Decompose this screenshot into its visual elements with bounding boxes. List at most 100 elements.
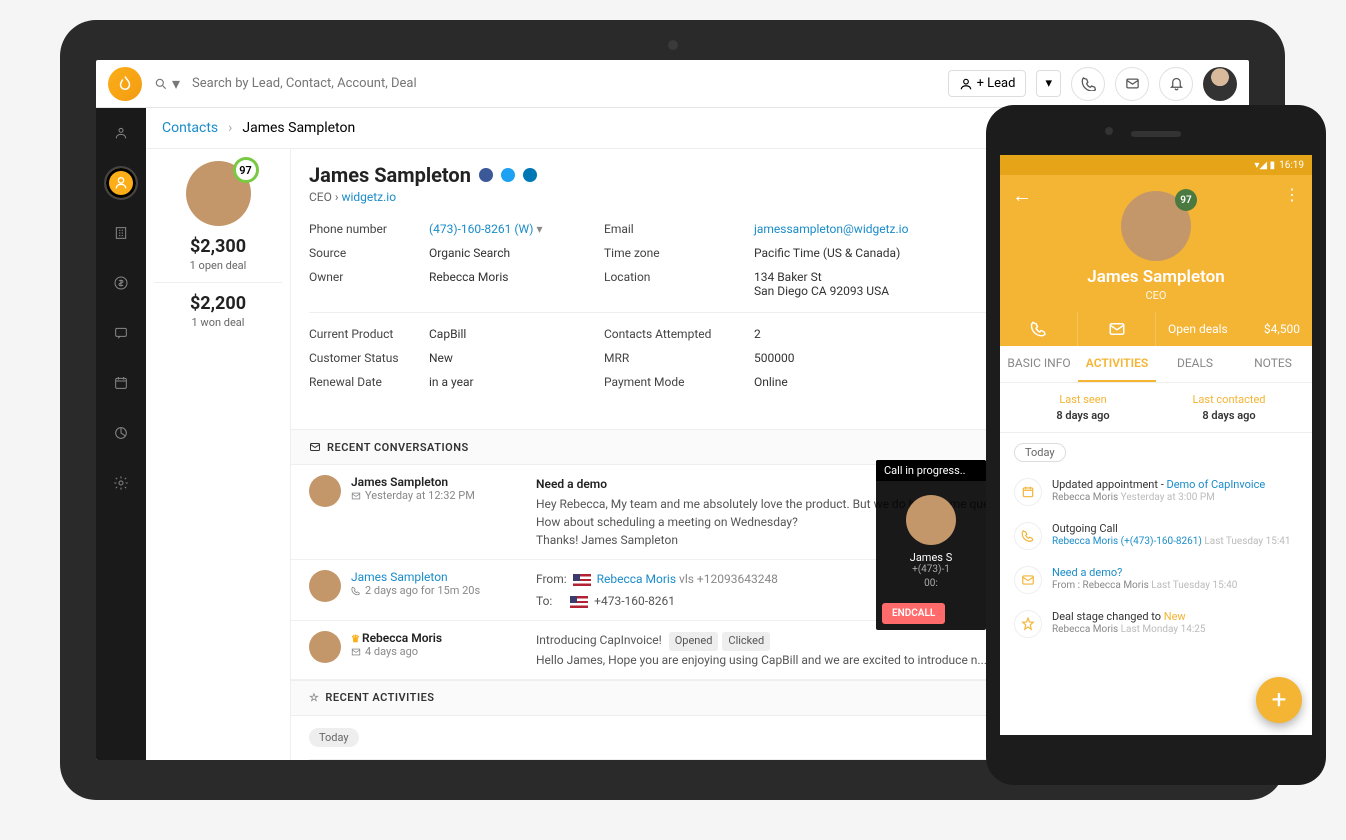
- field-label: Renewal Date: [309, 375, 419, 389]
- mail-icon: [309, 441, 321, 453]
- open-deals-amount: $4,500: [1264, 322, 1300, 336]
- phone-mail-button[interactable]: [1078, 312, 1156, 346]
- feed-item[interactable]: Need a demo?From : Rebecca Moris Last Tu…: [1014, 558, 1298, 602]
- sidenav-item-leads[interactable]: [104, 116, 138, 150]
- open-deals-label: Open deals: [1168, 322, 1228, 336]
- star-icon: [1014, 610, 1042, 638]
- user-avatar[interactable]: [1203, 67, 1237, 101]
- user-icon: [113, 175, 129, 191]
- field-value[interactable]: (473)-160-8261 (W) ▾: [429, 222, 594, 236]
- sidenav-item-deals[interactable]: [104, 266, 138, 300]
- stat: Last contacted8 days ago: [1156, 393, 1302, 422]
- won-deal-label: 1 won deal: [154, 316, 282, 329]
- lead-dropdown[interactable]: ▾: [1036, 70, 1061, 97]
- linkedin-icon[interactable]: [523, 168, 537, 182]
- avatar: [309, 570, 341, 602]
- chat-icon: [113, 325, 129, 341]
- back-button[interactable]: ←: [1012, 183, 1032, 208]
- phone-stats: Last seen8 days agoLast contacted8 days …: [1000, 383, 1312, 433]
- stat: Last seen8 days ago: [1010, 393, 1156, 422]
- mail-icon: [351, 647, 361, 657]
- field-label: Time zone: [604, 246, 744, 260]
- app-logo[interactable]: [108, 67, 142, 101]
- profile-summary: 97 $2,300 1 open deal $2,200 1 won deal: [146, 149, 291, 760]
- phone-call-button[interactable]: [1000, 312, 1078, 346]
- mail-icon: [1108, 320, 1126, 338]
- search-input[interactable]: [192, 76, 452, 91]
- phone-tabs: BASIC INFOACTIVITIESDEALSNOTES: [1000, 346, 1312, 383]
- feed-item[interactable]: Outgoing CallRebecca Moris (+(473)-160-8…: [1014, 514, 1298, 558]
- sidenav-item-reports[interactable]: [104, 416, 138, 450]
- add-lead-button[interactable]: + Lead: [948, 70, 1027, 97]
- flame-icon: [116, 75, 134, 93]
- field-label: Contacts Attempted: [604, 327, 744, 341]
- building-icon: [113, 225, 129, 241]
- call-timer: 00:: [884, 578, 978, 589]
- tab-deals[interactable]: DEALS: [1156, 346, 1234, 382]
- contact-avatar: 97: [186, 161, 251, 226]
- breadcrumb-root[interactable]: Contacts: [162, 120, 218, 136]
- phone-button[interactable]: [1071, 67, 1105, 101]
- phone-icon: [1014, 522, 1042, 550]
- topbar: ▾ + Lead ▾: [96, 60, 1249, 108]
- sidenav-item-contacts[interactable]: [104, 166, 138, 200]
- sidenav-item-chat[interactable]: [104, 316, 138, 350]
- feed-item[interactable]: Updated appointment - Demo of CapInvoice…: [1014, 470, 1298, 514]
- dollar-icon: [113, 275, 129, 291]
- phone-icon: [351, 586, 361, 596]
- contact-name: James Sampleton: [309, 163, 537, 187]
- tab-basic-info[interactable]: BASIC INFO: [1000, 346, 1078, 382]
- phone-icon: [1081, 76, 1096, 91]
- won-deal-amount: $2,200: [154, 293, 282, 314]
- open-deals-button[interactable]: Open deals $4,500: [1156, 312, 1312, 346]
- user-icon: [113, 125, 129, 141]
- calendar-icon: [113, 375, 129, 391]
- sidenav-item-accounts[interactable]: [104, 216, 138, 250]
- sidenav-item-settings[interactable]: [104, 466, 138, 500]
- field-value: Organic Search: [429, 246, 594, 260]
- field-label: Email: [604, 222, 744, 236]
- field-label: Current Product: [309, 327, 419, 341]
- call-in-progress-panel: Call in progress.. James S +(473)-1 00: …: [876, 460, 986, 630]
- feed-item[interactable]: Deal stage changed to NewRebecca Moris L…: [1014, 602, 1298, 646]
- phone-contact-name: James Sampleton: [1012, 267, 1300, 287]
- field-value: New: [429, 351, 594, 365]
- call-panel-title: Call in progress..: [876, 460, 986, 481]
- mail-icon: [1014, 566, 1042, 594]
- open-deal-label: 1 open deal: [154, 259, 282, 272]
- notifications-button[interactable]: [1159, 67, 1193, 101]
- field-label: Source: [309, 246, 419, 260]
- bell-icon: [1169, 76, 1184, 91]
- pie-icon: [113, 425, 129, 441]
- tab-activities[interactable]: ACTIVITIES: [1078, 346, 1156, 382]
- phone-header: ← ⋮ 97 James Sampleton CEO: [1000, 175, 1312, 312]
- field-label: Location: [604, 270, 744, 298]
- search-icon[interactable]: ▾: [154, 74, 180, 93]
- call-name: James S: [884, 551, 978, 564]
- mail-icon: [351, 491, 361, 501]
- phone-device: ▾◢ ▮16:19 ← ⋮ 97 James Sampleton CEO Ope…: [986, 105, 1326, 785]
- add-lead-label: + Lead: [977, 76, 1016, 91]
- conversation-sender: James Sampleton: [351, 475, 526, 489]
- fab-add-button[interactable]: +: [1256, 677, 1302, 723]
- phone-score: 97: [1175, 189, 1197, 211]
- endcall-button[interactable]: ENDCALL: [882, 603, 945, 624]
- conversation-meta: 2 days ago for 15m 20s: [351, 584, 526, 597]
- user-icon: [959, 77, 973, 91]
- tab-notes[interactable]: NOTES: [1234, 346, 1312, 382]
- sidenav-item-calendar[interactable]: [104, 366, 138, 400]
- conversation-meta: Yesterday at 12:32 PM: [351, 489, 526, 502]
- field-value: in a year: [429, 375, 594, 389]
- menu-button[interactable]: ⋮: [1284, 185, 1300, 204]
- status-bar: ▾◢ ▮16:19: [1000, 155, 1312, 175]
- conversation-sender: James Sampleton: [351, 570, 526, 584]
- gear-icon: [113, 475, 129, 491]
- field-label: Phone number: [309, 222, 419, 236]
- mail-icon: [1125, 76, 1140, 91]
- facebook-icon[interactable]: [479, 168, 493, 182]
- call-avatar: [906, 495, 956, 545]
- mail-button[interactable]: [1115, 67, 1149, 101]
- twitter-icon[interactable]: [501, 168, 515, 182]
- sidenav: [96, 108, 146, 760]
- avatar: [309, 475, 341, 507]
